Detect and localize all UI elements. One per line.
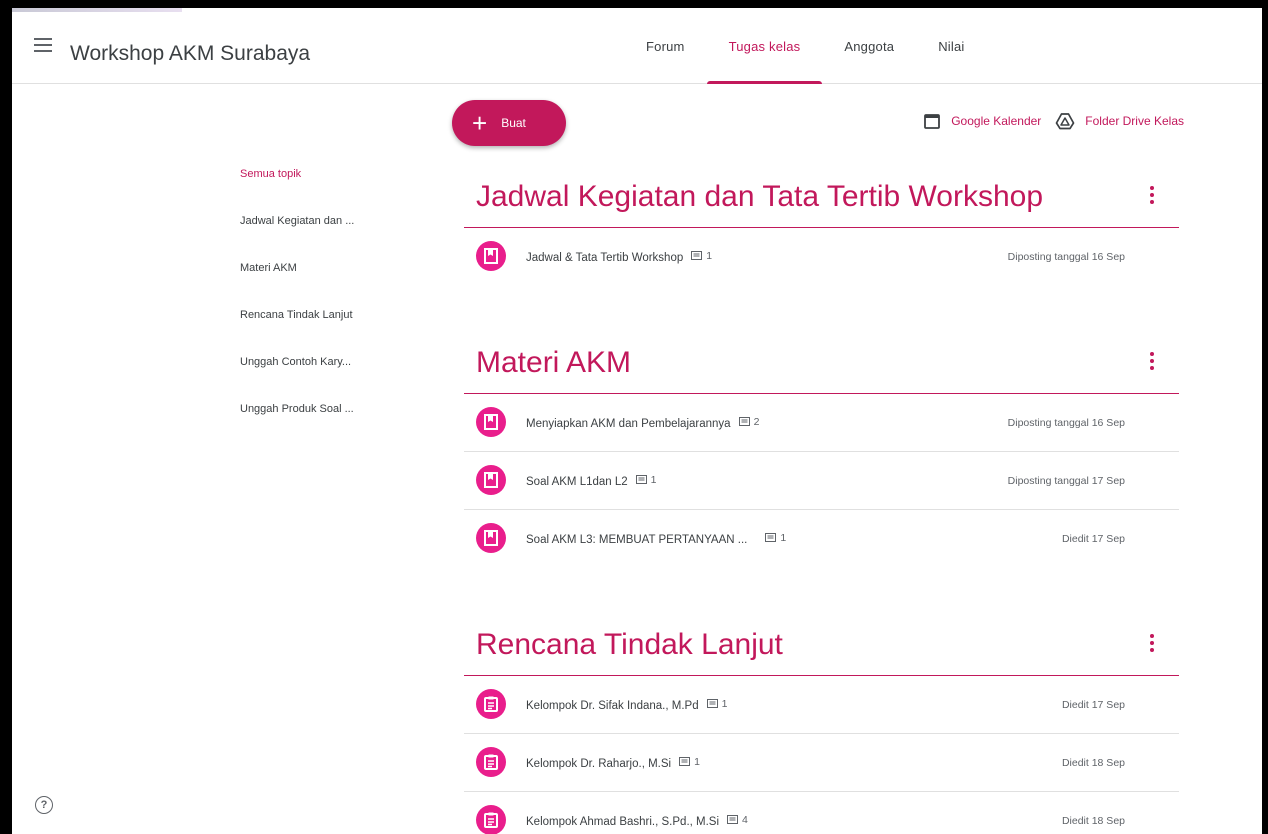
item-title-wrap: Kelompok Ahmad Bashri., S.Pd., M.Si 4 xyxy=(526,814,748,828)
comment-number: 1 xyxy=(780,532,787,544)
comment-count: 2 xyxy=(738,415,760,428)
sidebar-item-rencana[interactable]: Rencana Tindak Lanjut xyxy=(240,309,390,356)
material-icon xyxy=(476,523,506,553)
tab-anggota[interactable]: Anggota xyxy=(822,8,916,84)
classwork-item[interactable]: Menyiapkan AKM dan Pembelajarannya 2 Dipo… xyxy=(464,394,1179,452)
tab-bar: Forum Tugas kelas Anggota Nilai xyxy=(624,8,987,84)
item-date: Diedit 18 Sep xyxy=(1061,756,1125,769)
item-title: Soal AKM L3: MEMBUAT PERTANYAAN ... xyxy=(526,534,748,546)
material-icon xyxy=(476,407,506,437)
drive-folder-label: Folder Drive Kelas xyxy=(1085,114,1184,128)
item-title-wrap: Kelompok Dr. Sifak Indana., M.Pd 1 xyxy=(526,698,727,712)
classwork-item[interactable]: Soal AKM L1dan L2 1 Diposting tanggal 17 … xyxy=(464,452,1179,510)
comment-number: 1 xyxy=(721,697,728,710)
item-title: Kelompok Dr. Sifak Indana., M.Pd xyxy=(526,699,699,712)
comment-icon xyxy=(679,756,691,766)
comment-count: 1 xyxy=(691,250,712,262)
calendar-icon xyxy=(924,114,941,129)
tab-nilai[interactable]: Nilai xyxy=(916,8,986,84)
sidebar-item-materi[interactable]: Materi AKM xyxy=(240,262,390,309)
comment-count: 1 xyxy=(635,473,657,486)
topic-title[interactable]: Rencana Tindak Lanjut xyxy=(476,628,783,662)
comment-count: 1 xyxy=(765,532,786,544)
item-title-wrap: Menyiapkan AKM dan Pembelajarannya 2 xyxy=(526,416,759,430)
comment-icon xyxy=(635,474,647,484)
google-calendar-link[interactable]: Google Kalender xyxy=(923,112,1041,130)
item-date: Diposting tanggal 17 Sep xyxy=(1007,474,1125,487)
more-options-icon[interactable] xyxy=(1147,186,1157,208)
google-calendar-label: Google Kalender xyxy=(951,114,1042,128)
hamburger-menu-icon[interactable] xyxy=(34,38,52,54)
classwork-item[interactable]: Kelompok Dr. Raharjo., M.Si 1 Diedit 18 S… xyxy=(464,734,1179,792)
item-title: Soal AKM L1dan L2 xyxy=(526,475,628,488)
topic-header: Rencana Tindak Lanjut xyxy=(464,620,1179,676)
classwork-item[interactable]: Jadwal & Tata Tertib Workshop 1 Diposting… xyxy=(464,228,1179,286)
comment-number: 1 xyxy=(650,473,657,486)
topic-sidebar: Semua topik Jadwal Kegiatan dan ... Mate… xyxy=(240,168,390,450)
item-title: Jadwal & Tata Tertib Workshop xyxy=(526,252,684,264)
screen-frame: Workshop AKM Surabaya Forum Tugas kelas … xyxy=(0,0,1268,834)
item-date: Diedit 18 Sep xyxy=(1061,815,1125,827)
comment-number: 1 xyxy=(706,250,713,262)
comment-number: 4 xyxy=(742,814,748,826)
comment-count: 1 xyxy=(679,756,700,768)
item-title-wrap: Soal AKM L1dan L2 1 xyxy=(526,474,657,488)
plus-icon: + xyxy=(472,108,488,138)
class-links: Google Kalender Folder Drive Kelas xyxy=(909,112,1184,130)
classwork-item[interactable]: Kelompok Ahmad Bashri., S.Pd., M.Si 4 Die… xyxy=(464,792,1179,834)
sidebar-item-jadwal[interactable]: Jadwal Kegiatan dan ... xyxy=(240,215,390,262)
classwork-item[interactable]: Soal AKM L3: MEMBUAT PERTANYAAN ... 1 Die… xyxy=(464,510,1179,568)
more-options-icon[interactable] xyxy=(1147,352,1157,374)
sidebar-item-all-topics[interactable]: Semua topik xyxy=(240,168,390,215)
drive-folder-link[interactable]: Folder Drive Kelas xyxy=(1055,112,1184,130)
topic-section: Rencana Tindak Lanjut Kelompok Dr. Sifak… xyxy=(464,620,1179,834)
item-title: Menyiapkan AKM dan Pembelajarannya xyxy=(526,417,731,430)
topic-header: Materi AKM xyxy=(464,338,1179,394)
item-date: Diedit 17 Sep xyxy=(1061,698,1125,711)
item-title: Kelompok Dr. Raharjo., M.Si xyxy=(526,757,672,770)
comment-icon xyxy=(765,533,777,542)
assignment-icon xyxy=(476,747,506,777)
material-icon xyxy=(476,465,506,495)
create-button-label: Buat xyxy=(501,116,526,130)
item-date: Diedit 17 Sep xyxy=(1061,533,1125,545)
topic-header: Jadwal Kegiatan dan Tata Tertib Workshop xyxy=(464,172,1179,228)
class-title[interactable]: Workshop AKM Surabaya xyxy=(70,42,310,66)
classroom-page: Workshop AKM Surabaya Forum Tugas kelas … xyxy=(12,8,1262,834)
comment-icon xyxy=(706,698,718,708)
topic-title[interactable]: Materi AKM xyxy=(476,346,631,380)
item-title-wrap: Jadwal & Tata Tertib Workshop 1 xyxy=(526,250,712,264)
create-button[interactable]: + Buat xyxy=(452,100,566,146)
tab-forum[interactable]: Forum xyxy=(624,8,707,84)
comment-icon xyxy=(691,251,703,260)
topic-title[interactable]: Jadwal Kegiatan dan Tata Tertib Workshop xyxy=(476,180,1043,214)
item-title-wrap: Kelompok Dr. Raharjo., M.Si 1 xyxy=(526,756,700,770)
sidebar-item-contoh-karya[interactable]: Unggah Contoh Kary... xyxy=(240,356,390,403)
comment-count: 1 xyxy=(706,697,728,710)
item-date: Diposting tanggal 16 Sep xyxy=(1007,251,1125,263)
comment-number: 1 xyxy=(694,755,700,768)
comment-icon xyxy=(727,815,739,824)
topic-section: Materi AKM Menyiapkan AKM dan Pembelajar… xyxy=(464,338,1179,568)
item-date: Diposting tanggal 16 Sep xyxy=(1007,416,1125,429)
help-icon[interactable]: ? xyxy=(35,796,53,814)
item-title: Kelompok Ahmad Bashri., S.Pd., M.Si xyxy=(526,816,720,828)
assignment-icon xyxy=(476,689,506,719)
more-options-icon[interactable] xyxy=(1147,634,1157,656)
classwork-item[interactable]: Kelompok Dr. Sifak Indana., M.Pd 1 Diedit… xyxy=(464,676,1179,734)
sidebar-item-produk-soal[interactable]: Unggah Produk Soal ... xyxy=(240,403,390,450)
comment-number: 2 xyxy=(753,415,760,428)
topic-section: Jadwal Kegiatan dan Tata Tertib Workshop… xyxy=(464,172,1179,286)
tab-tugas-kelas[interactable]: Tugas kelas xyxy=(706,8,823,84)
assignment-icon xyxy=(476,805,506,834)
item-title-wrap: Soal AKM L3: MEMBUAT PERTANYAAN ... 1 xyxy=(526,532,786,546)
comment-icon xyxy=(738,416,750,426)
drive-icon xyxy=(1055,113,1075,130)
material-icon xyxy=(476,241,506,271)
top-bar: Workshop AKM Surabaya Forum Tugas kelas … xyxy=(12,8,1262,84)
comment-count: 4 xyxy=(727,814,748,826)
